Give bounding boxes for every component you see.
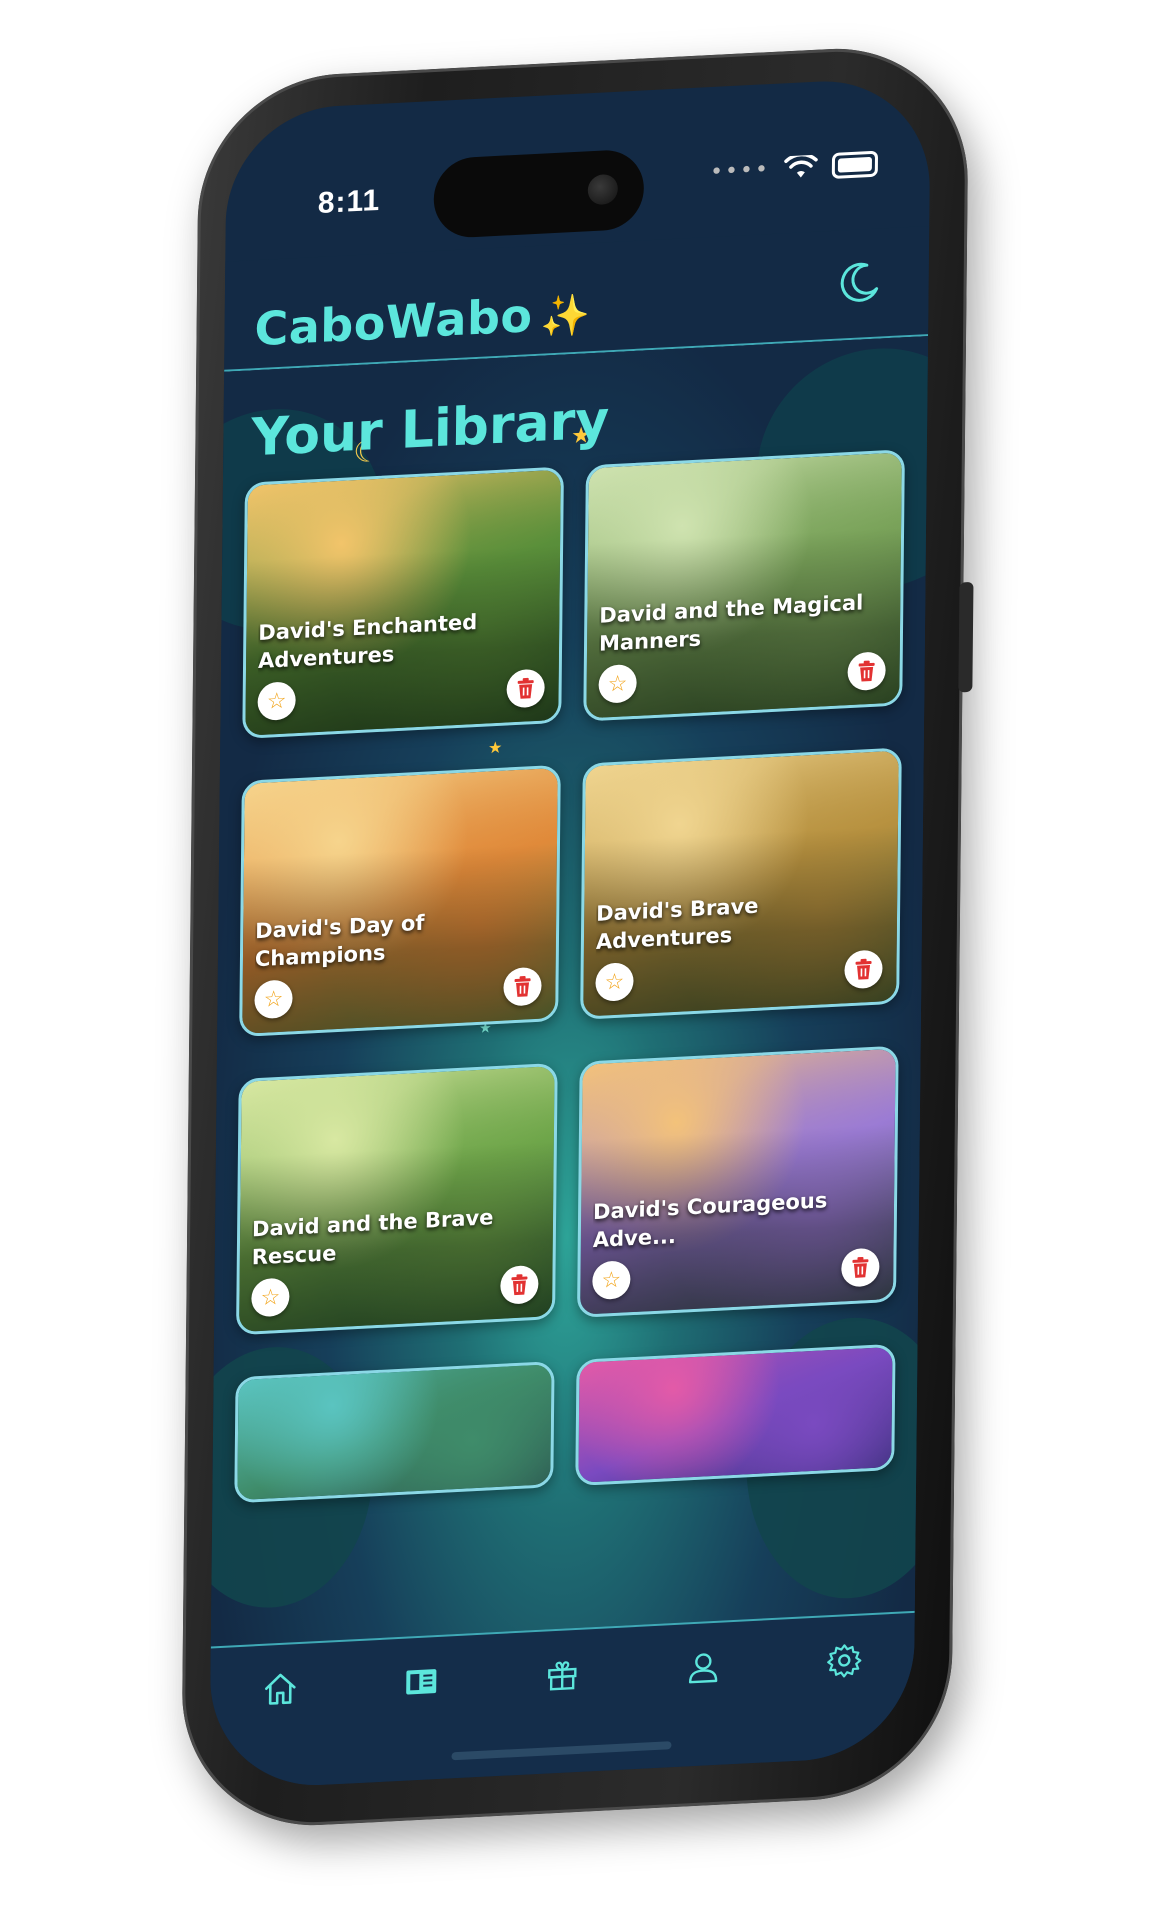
nav-gifts[interactable] (540, 1652, 584, 1698)
signal-icon: •••• (709, 156, 771, 185)
sparkle-icon: ✨ (540, 292, 592, 341)
wifi-icon (784, 154, 818, 178)
book-cover (578, 1346, 893, 1483)
star-icon: ☆ (263, 986, 284, 1013)
book-card[interactable] (575, 1343, 896, 1487)
book-card[interactable]: David's Enchanted Adventures ☆ (242, 466, 564, 739)
book-card[interactable]: David's Brave Adventures ☆ (580, 747, 902, 1020)
home-icon (265, 1673, 296, 1705)
book-card[interactable] (234, 1361, 555, 1504)
page-title: Your Library (251, 390, 610, 469)
trash-icon (858, 660, 875, 682)
nav-home[interactable] (258, 1666, 302, 1712)
trash-icon (852, 1256, 869, 1278)
camera-icon (587, 173, 618, 206)
book-card[interactable]: David's Courageous Adve... ☆ (577, 1045, 899, 1318)
dynamic-island (433, 148, 645, 240)
battery-icon (831, 150, 879, 179)
phone-frame: 8:11 •••• CaboWabo ✨ ★ ★ ★ ☾ Your Librar… (180, 41, 974, 1833)
trash-icon (855, 958, 872, 980)
star-icon: ☆ (607, 670, 628, 697)
book-card[interactable]: David's Day of Champions ☆ (239, 764, 561, 1038)
app-screen: 8:11 •••• CaboWabo ✨ ★ ★ ★ ☾ Your Librar… (209, 75, 931, 1791)
gear-icon (826, 1644, 861, 1678)
status-bar: 8:11 •••• (225, 76, 930, 252)
star-icon: ☆ (601, 1267, 622, 1294)
trash-icon (514, 976, 531, 997)
book-card[interactable]: David and the Brave Rescue ☆ (236, 1062, 558, 1336)
book-card[interactable]: David and the Magical Manners ☆ (583, 449, 905, 722)
nav-settings[interactable] (822, 1637, 866, 1683)
brand-name: CaboWabo (254, 288, 533, 357)
trash-icon (517, 677, 534, 699)
library-content[interactable]: ★ ★ ★ ☾ Your Library David's Enchanted A… (210, 336, 929, 1671)
nav-library[interactable] (399, 1659, 443, 1705)
user-icon (688, 1653, 718, 1684)
nav-profile[interactable] (681, 1644, 725, 1690)
star-icon: ☆ (266, 688, 287, 715)
star-icon: ☆ (604, 968, 625, 996)
book-cover (237, 1364, 552, 1501)
side-button (958, 581, 974, 693)
moon-icon[interactable] (836, 258, 880, 304)
library-icon (406, 1669, 437, 1695)
star-icon: ☆ (260, 1284, 281, 1311)
status-icons: •••• (709, 150, 879, 186)
book-grid: David's Enchanted Adventures ☆ David and… (234, 449, 905, 1504)
home-indicator[interactable] (451, 1741, 672, 1761)
gift-icon (548, 1661, 577, 1691)
status-time: 8:11 (317, 183, 381, 221)
trash-icon (511, 1274, 528, 1296)
app-brand[interactable]: CaboWabo ✨ (254, 285, 591, 356)
